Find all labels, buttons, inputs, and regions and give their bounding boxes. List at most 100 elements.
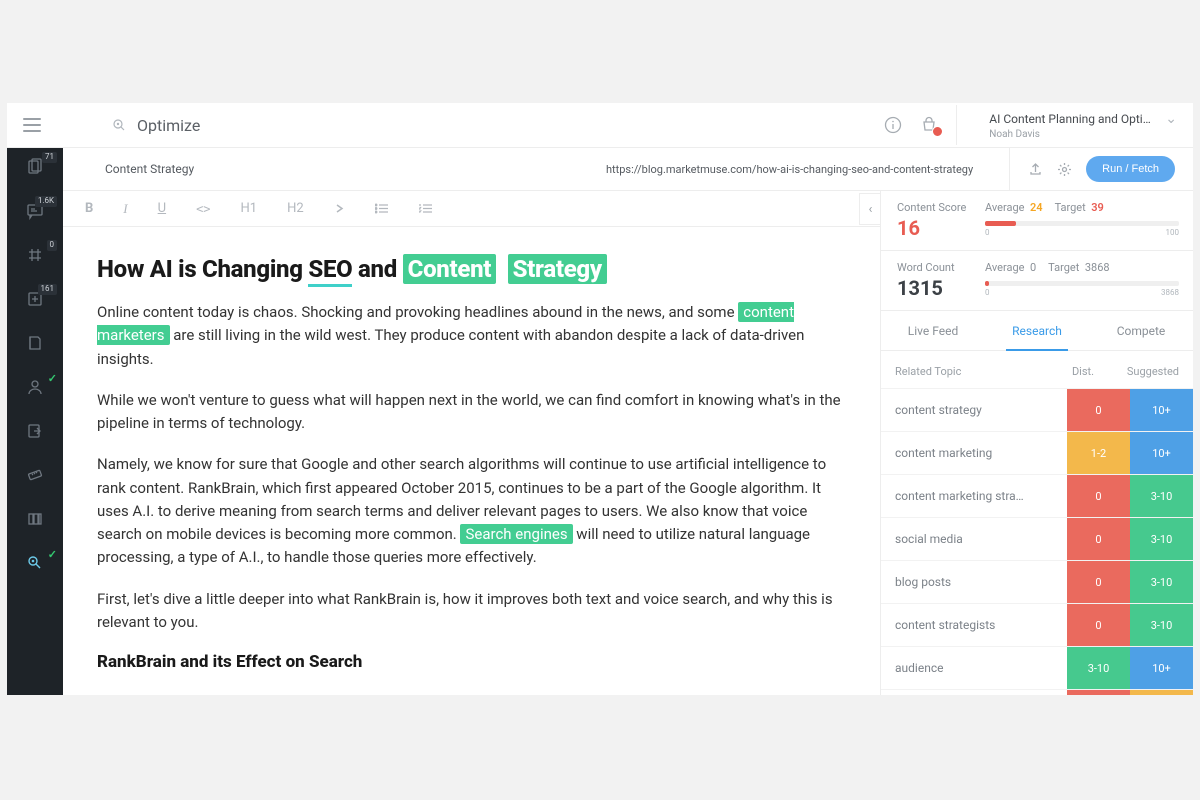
topic-dist: 0 bbox=[1067, 561, 1130, 603]
export-icon[interactable] bbox=[1028, 162, 1043, 177]
doc-paragraph: While we won't venture to guess what wil… bbox=[97, 389, 846, 436]
topics-header: Related Topic Dist. Suggested bbox=[881, 351, 1193, 388]
topic-suggested: 10+ bbox=[1130, 389, 1193, 431]
editor-toolbar: B I U <> H1 H2 bbox=[63, 191, 880, 227]
panel-tabs: Live Feed Research Compete bbox=[881, 311, 1193, 351]
nav-optimize[interactable]: ✓ bbox=[7, 554, 63, 572]
nav-badge: 0 bbox=[47, 240, 58, 251]
list-ol-button[interactable] bbox=[419, 203, 433, 214]
topic-dist: 0 bbox=[1067, 518, 1130, 560]
chevron-down-icon: ⌄ bbox=[1165, 111, 1177, 127]
app-window: Optimize AI Content Planning and Optim… … bbox=[7, 103, 1193, 695]
topic-dist bbox=[1067, 690, 1130, 695]
cart-icon[interactable] bbox=[920, 116, 938, 134]
brand-name: Optimize bbox=[137, 116, 200, 135]
topic-row[interactable]: content marketing stra…03-10 bbox=[881, 474, 1193, 517]
nav-measure[interactable] bbox=[7, 466, 63, 484]
nav-badge: 71 bbox=[42, 152, 57, 163]
content-score-value: 16 bbox=[897, 216, 977, 240]
h1-button[interactable]: H1 bbox=[241, 201, 258, 216]
doc-title: How AI is Changing SEO and Content Strat… bbox=[97, 255, 846, 283]
bold-button[interactable]: B bbox=[85, 201, 93, 216]
doc-paragraph: First, let's dive a little deeper into w… bbox=[97, 588, 846, 635]
doc-paragraph: Namely, we know for sure that Google and… bbox=[97, 453, 846, 569]
topic-row[interactable]: content marketing1-210+ bbox=[881, 431, 1193, 474]
nav-add[interactable]: 161 bbox=[7, 290, 63, 308]
divider bbox=[956, 105, 957, 145]
doc-heading: RankBrain and its Effect on Search bbox=[97, 652, 846, 672]
word-count-value: 1315 bbox=[897, 276, 977, 300]
right-panel: Content Score 16 Average 24 Target 39 01… bbox=[881, 191, 1193, 695]
col-suggested: Suggested bbox=[1113, 365, 1179, 378]
underline-button[interactable]: U bbox=[158, 201, 166, 216]
nav-badge: 1.6K bbox=[35, 196, 57, 207]
topbar-right: AI Content Planning and Optim… ⌄ Noah Da… bbox=[884, 105, 1177, 145]
word-count-block: Word Count 1315 bbox=[881, 251, 977, 310]
collapse-handle[interactable]: ‹ bbox=[859, 193, 881, 225]
project-selector[interactable]: AI Content Planning and Optim… ⌄ Noah Da… bbox=[975, 111, 1177, 140]
nav-tags[interactable]: 0 bbox=[7, 246, 63, 264]
topic-row[interactable]: content strategy010+ bbox=[881, 388, 1193, 431]
topic-dist: 0 bbox=[1067, 475, 1130, 517]
settings-icon[interactable] bbox=[1057, 162, 1072, 177]
subheader: Content Strategy https://blog.marketmuse… bbox=[63, 148, 1193, 191]
list-ul-button[interactable] bbox=[375, 203, 389, 214]
doc-paragraph: Online content today is chaos. Shocking … bbox=[97, 301, 846, 371]
italic-button[interactable]: I bbox=[123, 201, 127, 217]
tab-compete[interactable]: Compete bbox=[1089, 311, 1193, 350]
editor-column: B I U <> H1 H2 ‹ How AI is Changing SEO … bbox=[63, 191, 881, 695]
nav-comments[interactable]: 1.6K bbox=[7, 202, 63, 220]
brand: Optimize bbox=[111, 116, 200, 135]
col-related-topic: Related Topic bbox=[895, 365, 1053, 378]
topic-suggested: 3-10 bbox=[1130, 604, 1193, 646]
check-icon: ✓ bbox=[48, 548, 57, 561]
topic-name: content strategists bbox=[881, 604, 1067, 646]
wordcount-row: Word Count 1315 Average 0 Target 3868 03… bbox=[881, 251, 1193, 311]
project-user: Noah Davis bbox=[989, 129, 1177, 140]
topic-name: social media bbox=[881, 518, 1067, 560]
related-topics: Related Topic Dist. Suggested content st… bbox=[881, 351, 1193, 695]
topic-dist: 1-2 bbox=[1067, 432, 1130, 474]
score-label: Word Count bbox=[897, 261, 977, 274]
topic-row[interactable]: audience3-1010+ bbox=[881, 646, 1193, 689]
document-editor[interactable]: How AI is Changing SEO and Content Strat… bbox=[63, 227, 880, 695]
topic-label: Content Strategy bbox=[63, 162, 539, 176]
run-button[interactable]: Run / Fetch bbox=[1086, 156, 1175, 182]
nav-badge: 161 bbox=[38, 284, 58, 295]
url-label: https://blog.marketmuse.com/how-ai-is-ch… bbox=[539, 163, 1009, 176]
menu-icon[interactable] bbox=[23, 118, 41, 132]
h2-button[interactable]: H2 bbox=[287, 201, 304, 216]
nav-import[interactable] bbox=[7, 422, 63, 440]
quote-button[interactable] bbox=[334, 203, 345, 214]
help-icon[interactable] bbox=[884, 116, 902, 134]
topic-suggested: 3-10 bbox=[1130, 475, 1193, 517]
workspace: B I U <> H1 H2 ‹ How AI is Changing SEO … bbox=[63, 191, 1193, 695]
nav-user[interactable]: ✓ bbox=[7, 378, 63, 396]
topic-suggested: 3-10 bbox=[1130, 518, 1193, 560]
topic-name bbox=[881, 690, 1067, 695]
left-nav: 71 1.6K 0 161 ✓ bbox=[7, 148, 63, 695]
topic-row[interactable]: blog posts03-10 bbox=[881, 560, 1193, 603]
nav-library[interactable] bbox=[7, 510, 63, 528]
score-row: Content Score 16 Average 24 Target 39 01… bbox=[881, 191, 1193, 251]
topic-name: content marketing bbox=[881, 432, 1067, 474]
cart-badge bbox=[932, 126, 943, 137]
word-count-gauge: Average 0 Target 3868 03868 bbox=[977, 251, 1193, 310]
topic-row[interactable] bbox=[881, 689, 1193, 695]
topic-dist: 0 bbox=[1067, 604, 1130, 646]
topic-name: audience bbox=[881, 647, 1067, 689]
main: Content Strategy https://blog.marketmuse… bbox=[63, 148, 1193, 695]
check-icon: ✓ bbox=[48, 372, 57, 385]
tab-research[interactable]: Research bbox=[985, 311, 1089, 350]
nav-book[interactable] bbox=[7, 334, 63, 352]
tab-live-feed[interactable]: Live Feed bbox=[881, 311, 985, 350]
topbar: Optimize AI Content Planning and Optim… … bbox=[7, 103, 1193, 147]
code-button[interactable]: <> bbox=[196, 202, 210, 216]
nav-pages[interactable]: 71 bbox=[7, 158, 63, 176]
body: 71 1.6K 0 161 ✓ bbox=[7, 147, 1193, 695]
topic-row[interactable]: content strategists03-10 bbox=[881, 603, 1193, 646]
topic-name: content strategy bbox=[881, 389, 1067, 431]
topic-name: content marketing stra… bbox=[881, 475, 1067, 517]
topic-row[interactable]: social media03-10 bbox=[881, 517, 1193, 560]
optimize-icon bbox=[111, 117, 127, 133]
